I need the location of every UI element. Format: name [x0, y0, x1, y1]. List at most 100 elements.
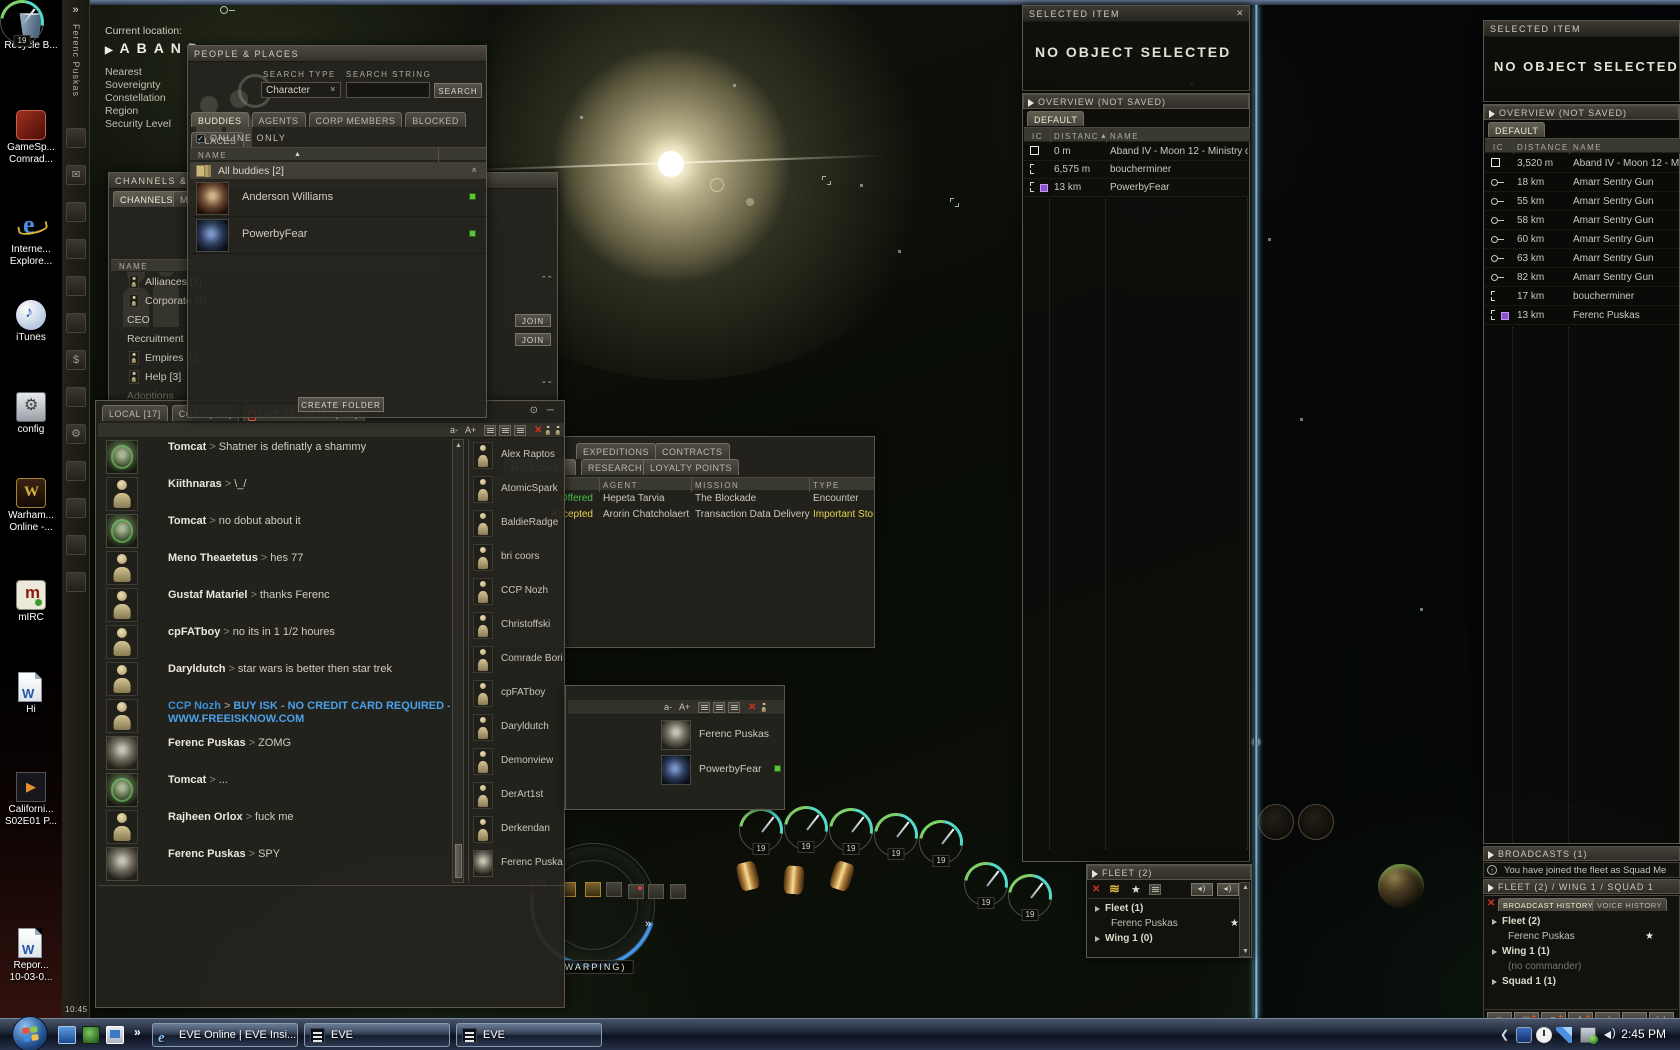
minimize-icon[interactable]: ─: [547, 405, 554, 416]
chat-member-row[interactable]: Alex Raptos: [469, 439, 564, 473]
chat-avatar[interactable]: [106, 699, 138, 733]
fleet-grid-icon[interactable]: [1149, 884, 1161, 895]
chat-member-row[interactable]: Comrade Boris: [469, 643, 564, 677]
tab-channels[interactable]: CHANNELS: [113, 191, 181, 207]
online-only-checkbox[interactable]: ✓: [196, 134, 205, 143]
desktop-icon[interactable]: config: [0, 392, 62, 436]
tray-collapse-icon[interactable]: ❮: [1500, 1028, 1509, 1041]
fleet-tree-row[interactable]: Fleet (2) ★: [1492, 916, 1680, 931]
buddy-group-row[interactable]: All buddies [2] »: [190, 162, 486, 180]
member-avatar[interactable]: [473, 714, 493, 741]
chat-avatar[interactable]: [106, 588, 138, 622]
chat-avatar[interactable]: [106, 551, 138, 585]
overview-column-headers[interactable]: IC DISTANCE NAME: [1485, 138, 1680, 154]
member-avatar[interactable]: [473, 782, 493, 809]
people-places-tab[interactable]: BUDDIES: [191, 112, 249, 127]
overview-row[interactable]: 0 m Aband IV - Moon 12 - Ministry o: [1024, 143, 1250, 161]
block-member-icon[interactable]: ✕: [748, 702, 756, 713]
tab-contracts[interactable]: CONTRACTS: [655, 443, 730, 459]
tray-pen-icon[interactable]: [1556, 1027, 1572, 1043]
tray-network-icon[interactable]: [1580, 1027, 1598, 1044]
member-avatar[interactable]: [473, 646, 493, 673]
overview-row[interactable]: 60 km Amarr Sentry Gun: [1485, 230, 1680, 249]
member-avatar[interactable]: [473, 442, 493, 469]
overview-row[interactable]: 55 km Amarr Sentry Gun: [1485, 192, 1680, 211]
fleet-hierarchy-header[interactable]: FLEET (2) / WING 1 / SQUAD 1: [1483, 879, 1680, 894]
quicklaunch-overflow-chevron[interactable]: »: [134, 1025, 141, 1039]
overview-row[interactable]: 82 km Amarr Sentry Gun: [1485, 268, 1680, 287]
chat-member-row[interactable]: Demonview: [469, 745, 564, 779]
join-button[interactable]: JOIN: [515, 314, 551, 327]
overview-column-headers[interactable]: IC DISTANC ▲ NAME: [1024, 127, 1250, 143]
chat-member-row[interactable]: BaldieRadge: [469, 507, 564, 541]
neocom-settings-icon[interactable]: ⚙: [66, 424, 86, 444]
neocom-expand-icon[interactable]: »: [62, 0, 89, 16]
buddy-name-header[interactable]: NAME ▲: [190, 147, 486, 162]
chat-avatar[interactable]: [106, 514, 138, 548]
tray-app-icon[interactable]: [1516, 1027, 1532, 1043]
detail-view-icon[interactable]: [713, 702, 725, 713]
window-settings-icon[interactable]: ⊙: [530, 405, 538, 416]
turret-module-button[interactable]: 19: [919, 820, 963, 867]
desktop-icon[interactable]: Warham...Online -...: [0, 478, 62, 534]
desktop-icon[interactable]: Interne...Explore...: [0, 210, 62, 268]
member-avatar[interactable]: [473, 816, 493, 843]
scroll-up-icon[interactable]: ▲: [454, 442, 463, 449]
overview-tab-default[interactable]: DEFAULT: [1488, 122, 1546, 137]
neocom-icon[interactable]: [66, 387, 86, 407]
chat-avatar[interactable]: [106, 662, 138, 696]
block-member-icon[interactable]: ✕: [534, 425, 542, 436]
expander-icon[interactable]: [1095, 906, 1100, 912]
hud-module-icon[interactable]: [628, 884, 644, 899]
broadcasts-header[interactable]: BROADCASTS (1): [1483, 846, 1680, 861]
fleet-chat-member-row[interactable]: PowerbyFear: [661, 753, 783, 788]
desktop-icon[interactable]: GameSp... Comrad...: [0, 110, 62, 166]
overview-row[interactable]: 18 km Amarr Sentry Gun: [1485, 173, 1680, 192]
chat-member-row[interactable]: AtomicSpark: [469, 473, 564, 507]
quicklaunch-show-desktop-icon[interactable]: [58, 1026, 76, 1044]
chat-member-row[interactable]: Ferenc Puskas: [469, 847, 564, 881]
fleet-tree-row[interactable]: Fleet (1) ★: [1095, 903, 1243, 918]
buddy-row[interactable]: PowerbyFear: [190, 217, 486, 254]
neocom-icon[interactable]: [66, 313, 86, 333]
tab-expeditions[interactable]: EXPEDITIONS: [576, 443, 657, 459]
chat-member-row[interactable]: Derkendan: [469, 813, 564, 847]
member-avatar[interactable]: [473, 748, 493, 775]
member-avatar[interactable]: [473, 612, 493, 639]
join-button[interactable]: JOIN: [515, 333, 551, 346]
chat-avatar[interactable]: [106, 810, 138, 844]
hud-module-icon[interactable]: [670, 884, 686, 899]
tray-clock-icon[interactable]: [1536, 1027, 1552, 1043]
chat-member-row[interactable]: Christoffski: [469, 609, 564, 643]
fleet-chat-member-row[interactable]: Ferenc Puskas: [661, 718, 783, 753]
overview-row[interactable]: 63 km Amarr Sentry Gun: [1485, 249, 1680, 268]
create-folder-button[interactable]: CREATE FOLDER: [298, 397, 384, 412]
font-smaller-button[interactable]: a-: [450, 425, 458, 435]
leave-fleet-icon[interactable]: ✕: [1092, 884, 1100, 895]
turret-module-button[interactable]: 19: [829, 808, 873, 855]
turret-module-button[interactable]: 19: [739, 808, 783, 855]
desktop-icon[interactable]: Californi...S02E01 P...: [0, 772, 62, 828]
quicklaunch-app-icon[interactable]: [82, 1026, 100, 1044]
chat-avatar[interactable]: [106, 847, 138, 881]
chat-member-row[interactable]: DerArt1st: [469, 779, 564, 813]
overview-tab-default[interactable]: DEFAULT: [1027, 111, 1085, 126]
hud-module-icon[interactable]: [585, 882, 601, 897]
chat-scrollbar[interactable]: ▲: [452, 439, 464, 883]
fleet-tree-row[interactable]: (no commander) ★: [1492, 961, 1680, 976]
neocom-icon[interactable]: [66, 572, 86, 592]
chat-avatar[interactable]: [106, 773, 138, 807]
fleet-tree-row[interactable]: Wing 1 (1) ★: [1492, 946, 1680, 961]
expander-icon[interactable]: [1492, 949, 1497, 955]
member-icon[interactable]: [760, 702, 768, 713]
member-icon[interactable]: [554, 425, 562, 436]
turret-module-button[interactable]: 19: [784, 806, 828, 853]
search-button[interactable]: SEARCH: [434, 83, 482, 98]
member-avatar[interactable]: [661, 720, 691, 750]
turret-module-button[interactable]: 19: [1008, 874, 1052, 921]
hud-expand-icon[interactable]: »: [645, 918, 651, 930]
desktop-icon[interactable]: Repor...10-03-0...: [0, 928, 62, 984]
overview-row[interactable]: 13 km Ferenc Puskas: [1485, 306, 1680, 325]
tab-voice-history[interactable]: VOICE HISTORY: [1592, 898, 1667, 911]
start-button[interactable]: [12, 1016, 48, 1050]
